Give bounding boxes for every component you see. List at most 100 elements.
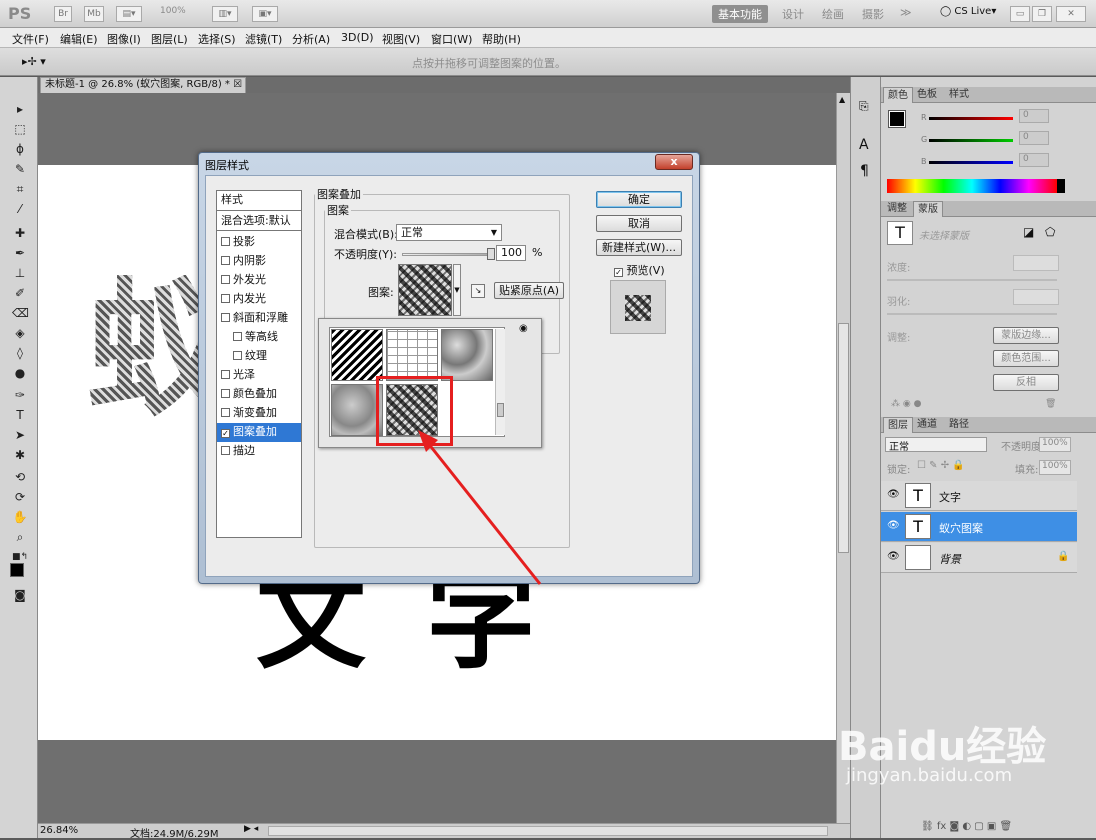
- eraser-tool-icon[interactable]: ⌫: [12, 305, 29, 321]
- style-item[interactable]: 投影: [217, 233, 301, 252]
- healing-brush-tool-icon[interactable]: ✚: [12, 225, 28, 241]
- dialog-close-button[interactable]: x: [655, 154, 693, 170]
- menu-help[interactable]: 帮助(H): [482, 31, 521, 47]
- style-item[interactable]: 内发光: [217, 290, 301, 309]
- opacity-slider[interactable]: [402, 248, 495, 260]
- bridge-button[interactable]: Br: [54, 6, 72, 22]
- paint-bucket-tool-icon[interactable]: ◈: [12, 325, 28, 341]
- menu-file[interactable]: 文件(F): [12, 31, 49, 47]
- visibility-eye-icon[interactable]: 👁: [887, 490, 900, 500]
- color-ramp[interactable]: [887, 179, 1057, 193]
- zoom-tool-icon[interactable]: ⌕: [12, 529, 28, 545]
- menu-select[interactable]: 选择(S): [198, 31, 236, 47]
- channel-g-value[interactable]: 0: [1019, 131, 1049, 145]
- visibility-eye-icon[interactable]: 👁: [887, 521, 900, 531]
- layer-row[interactable]: 👁 T 文字: [881, 481, 1077, 511]
- feather-slider[interactable]: [887, 313, 1057, 315]
- 3d-orbit-tool-icon[interactable]: ⟳: [12, 489, 28, 505]
- picker-menu-arrow-icon[interactable]: ◉: [519, 323, 528, 334]
- path-selection-tool-icon[interactable]: ➤: [12, 427, 28, 443]
- style-checkbox[interactable]: [221, 256, 230, 265]
- menu-filter[interactable]: 滤镜(T): [245, 31, 282, 47]
- lasso-tool-icon[interactable]: ϕ: [12, 141, 28, 157]
- density-input[interactable]: [1013, 255, 1059, 271]
- style-checkbox[interactable]: [233, 351, 242, 360]
- workspace-photography[interactable]: 摄影: [862, 6, 884, 22]
- character-panel-icon[interactable]: A: [859, 137, 869, 153]
- document-tab[interactable]: 未标题-1 @ 26.8% (蚁穴图案, RGB/8) * ☒: [40, 77, 246, 93]
- menu-layer[interactable]: 图层(L): [151, 31, 188, 47]
- style-checkbox[interactable]: [221, 370, 230, 379]
- pattern-swatch[interactable]: [386, 329, 438, 381]
- cs-live-button[interactable]: ◯ CS Live▾: [940, 6, 996, 17]
- style-item[interactable]: 斜面和浮雕: [217, 309, 301, 328]
- channel-g-slider[interactable]: [929, 139, 1013, 142]
- lock-icons[interactable]: ☐ ✎ ✢ 🔒: [917, 460, 965, 471]
- dodge-tool-icon[interactable]: ●: [12, 365, 28, 381]
- style-item[interactable]: ✓ 图案叠加: [217, 423, 301, 442]
- layer-row[interactable]: 👁 背景 🔒: [881, 543, 1077, 573]
- styles-header[interactable]: 样式: [217, 191, 301, 211]
- workspace-painting[interactable]: 绘画: [822, 6, 844, 22]
- workspace-essentials[interactable]: 基本功能: [712, 5, 768, 23]
- style-checkbox[interactable]: [221, 313, 230, 322]
- cancel-button[interactable]: 取消: [596, 215, 682, 232]
- style-checkbox[interactable]: [221, 275, 230, 284]
- paragraph-panel-icon[interactable]: ¶: [860, 163, 869, 179]
- preview-checkbox[interactable]: ✓ 预览(V): [614, 262, 665, 278]
- eyedropper-tool-icon[interactable]: ⁄: [12, 201, 28, 217]
- style-checkbox[interactable]: [221, 237, 230, 246]
- history-brush-tool-icon[interactable]: ✐: [12, 285, 28, 301]
- move-tool-preset-picker[interactable]: ▸✢ ▾: [22, 55, 46, 68]
- menu-analysis[interactable]: 分析(A): [292, 31, 330, 47]
- type-tool-icon[interactable]: T: [12, 407, 28, 423]
- blur-tool-icon[interactable]: ◊: [12, 345, 28, 361]
- scroll-up-icon[interactable]: ▲: [839, 95, 845, 104]
- workspace-design[interactable]: 设计: [782, 6, 804, 22]
- pixel-mask-icon[interactable]: ◪: [1023, 225, 1034, 239]
- menu-window[interactable]: 窗口(W): [431, 31, 472, 47]
- mini-bridge-button[interactable]: Mb: [84, 6, 104, 22]
- pattern-picker-arrow-icon[interactable]: ▼: [453, 264, 461, 316]
- style-item[interactable]: 内阴影: [217, 252, 301, 271]
- layers-footer-icons[interactable]: ⛓ fx ◙ ◐ ▢ ▣ 🗑: [921, 821, 1012, 832]
- menu-3d[interactable]: 3D(D): [341, 31, 374, 44]
- color-ramp-black[interactable]: [1057, 179, 1065, 193]
- marquee-tool-icon[interactable]: ⬚: [12, 121, 28, 137]
- 3d-rotate-tool-icon[interactable]: ⟲: [12, 469, 28, 485]
- status-zoom[interactable]: 26.84%: [40, 825, 78, 836]
- visibility-eye-icon[interactable]: 👁: [887, 552, 900, 562]
- blend-mode-select[interactable]: 正常 ▼: [396, 224, 502, 241]
- channel-r-value[interactable]: 0: [1019, 109, 1049, 123]
- invert-button[interactable]: 反相: [993, 374, 1059, 391]
- shape-tool-icon[interactable]: ✱: [12, 447, 28, 463]
- move-tool-icon[interactable]: ▸: [12, 101, 28, 117]
- close-document-icon[interactable]: ☒: [233, 79, 242, 90]
- tab-swatches[interactable]: 色板: [913, 87, 941, 103]
- pattern-swatch[interactable]: [441, 329, 493, 381]
- foreground-color-swatch[interactable]: [10, 563, 24, 577]
- style-item[interactable]: 外发光: [217, 271, 301, 290]
- picker-scroll-thumb[interactable]: [497, 403, 504, 417]
- menu-view[interactable]: 视图(V): [382, 31, 420, 47]
- quick-select-tool-icon[interactable]: ✎: [12, 161, 28, 177]
- minimize-button[interactable]: ▭: [1010, 6, 1030, 22]
- tab-adjustments[interactable]: 调整: [883, 201, 911, 217]
- mask-edge-button[interactable]: 蒙版边缘...: [993, 327, 1059, 344]
- vertical-scroll-thumb[interactable]: [838, 323, 849, 553]
- style-checkbox[interactable]: [221, 294, 230, 303]
- brush-tool-icon[interactable]: ✒: [12, 245, 28, 261]
- channel-r-slider[interactable]: [929, 117, 1013, 120]
- style-item[interactable]: 纹理: [217, 347, 301, 366]
- layer-row-selected[interactable]: 👁 T 蚁穴图案: [881, 512, 1077, 542]
- style-checkbox[interactable]: ✓: [221, 429, 230, 438]
- status-menu-arrow-icon[interactable]: ▶ ◂: [244, 824, 258, 834]
- style-checkbox[interactable]: [233, 332, 242, 341]
- tab-color[interactable]: 颜色: [883, 87, 913, 103]
- fg-color-box[interactable]: [888, 110, 906, 128]
- close-window-button[interactable]: ✕: [1056, 6, 1086, 22]
- menu-edit[interactable]: 编辑(E): [60, 31, 98, 47]
- restore-button[interactable]: ❐: [1032, 6, 1052, 22]
- tab-paths[interactable]: 路径: [945, 417, 973, 433]
- color-range-button[interactable]: 颜色范围...: [993, 350, 1059, 367]
